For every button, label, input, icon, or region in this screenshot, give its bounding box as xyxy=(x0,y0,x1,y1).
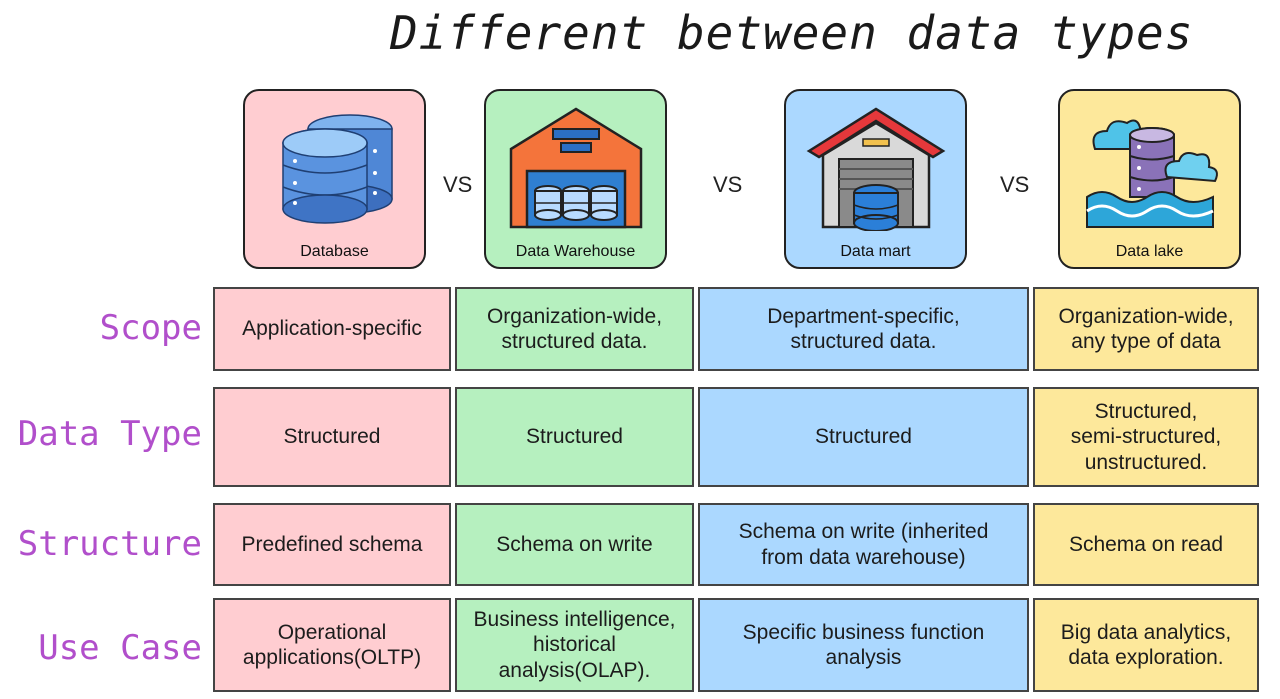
scope-data-mart-cell: Department-specific, structured data. xyxy=(698,287,1029,371)
scope-database-cell: Application-specific xyxy=(213,287,451,371)
data-mart-garage-icon xyxy=(801,101,951,236)
data-type-database-cell: Structured xyxy=(213,387,451,487)
card-label: Data Warehouse xyxy=(515,243,636,260)
scope-data-lake-cell: Organization-wide, any type of data xyxy=(1033,287,1259,371)
data-type-data-mart-cell: Structured xyxy=(698,387,1029,487)
warehouse-icon xyxy=(501,101,651,236)
structure-data-mart-cell: Schema on write (inherited from data ware… xyxy=(698,503,1029,586)
structure-data-warehouse-cell: Schema on write xyxy=(455,503,694,586)
data-lake-icon xyxy=(1075,101,1225,236)
card-label: Database xyxy=(300,243,369,260)
card-label: Data lake xyxy=(1115,243,1184,260)
row-label-scope: Scope xyxy=(99,308,202,348)
card-label: Data mart xyxy=(840,243,911,260)
vs-separator: VS xyxy=(443,172,473,197)
scope-data-warehouse-cell: Organization-wide, structured data. xyxy=(455,287,694,371)
page-title: Different between data types xyxy=(390,6,1194,60)
vs-separator: VS xyxy=(1000,172,1030,197)
structure-data-lake-cell: Schema on read xyxy=(1033,503,1259,586)
row-label-structure: Structure xyxy=(17,524,202,564)
database-stack-icon xyxy=(265,101,405,236)
use-case-data-lake-cell: Big data analytics, data exploration. xyxy=(1033,598,1259,692)
use-case-database-cell: Operational applications(OLTP) xyxy=(213,598,451,692)
use-case-data-warehouse-cell: Business intelligence, historical analysis… xyxy=(455,598,694,692)
data-warehouse-card: Data Warehouse xyxy=(484,89,667,269)
data-type-data-lake-cell: Structured, semi-structured, unstructured. xyxy=(1033,387,1259,487)
data-type-data-warehouse-cell: Structured xyxy=(455,387,694,487)
database-card: Database xyxy=(243,89,426,269)
use-case-data-mart-cell: Specific business function analysis xyxy=(698,598,1029,692)
vs-separator: VS xyxy=(713,172,743,197)
row-label-data-type: Data Type xyxy=(17,414,202,454)
data-lake-card: Data lake xyxy=(1058,89,1241,269)
data-mart-card: Data mart xyxy=(784,89,967,269)
row-label-use-case: Use Case xyxy=(38,628,202,668)
structure-database-cell: Predefined schema xyxy=(213,503,451,586)
